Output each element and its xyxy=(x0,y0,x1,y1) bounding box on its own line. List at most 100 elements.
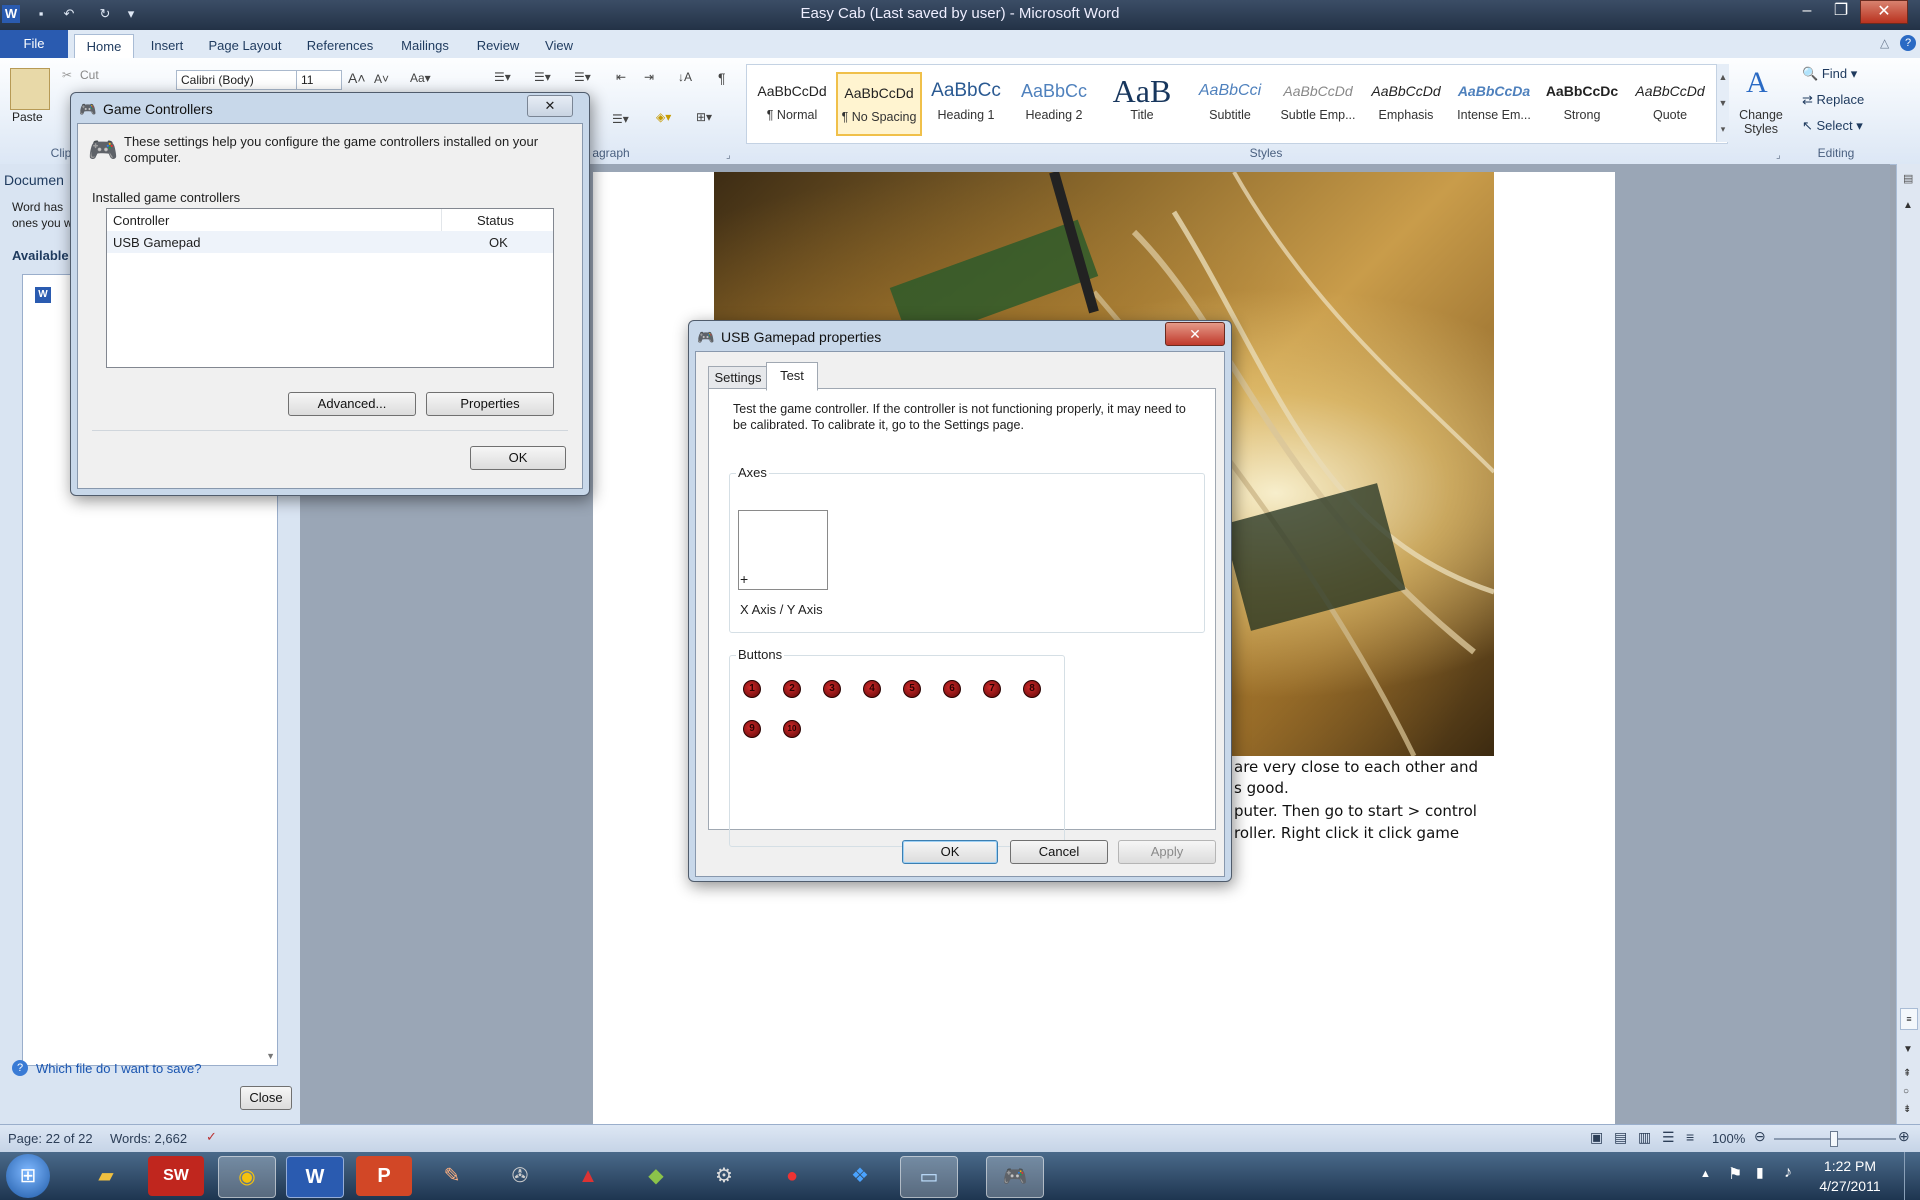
tab-insert[interactable]: Insert xyxy=(142,34,192,58)
advanced-button[interactable]: Advanced... xyxy=(288,392,416,416)
properties-cancel-button[interactable]: Cancel xyxy=(1010,840,1108,864)
style-heading-1[interactable]: AaBbCc Heading 1 xyxy=(924,72,1008,134)
window-close-button[interactable]: ✕ xyxy=(1860,0,1908,24)
autocad-icon[interactable]: ▲ xyxy=(560,1156,616,1196)
word-count[interactable]: Words: 2,662 xyxy=(110,1131,187,1146)
style-no-spacing[interactable]: AaBbCcDd ¶ No Spacing xyxy=(836,72,922,136)
tab-mailings[interactable]: Mailings xyxy=(392,34,458,58)
paragraph-dialog-launcher-icon[interactable]: ⌟ xyxy=(726,150,731,161)
decrease-indent-icon[interactable]: ⇤ xyxy=(616,70,626,84)
line-spacing-icon[interactable]: ☰▾ xyxy=(612,112,629,126)
tab-test[interactable]: Test xyxy=(766,362,818,391)
change-styles-icon[interactable]: A xyxy=(1746,66,1768,100)
which-file-help-link[interactable]: Which file do I want to save? xyxy=(36,1061,201,1076)
notes-icon[interactable]: ◆ xyxy=(628,1156,684,1196)
zoom-out-icon[interactable]: ⊖ xyxy=(1754,1128,1766,1145)
font-name-box[interactable]: Calibri (Body) xyxy=(176,70,298,90)
change-case-icon[interactable]: Aa▾ xyxy=(410,71,431,85)
scroll-up-icon[interactable]: ▲ xyxy=(1903,200,1913,211)
tab-review[interactable]: Review xyxy=(470,34,526,58)
view-draft-icon[interactable]: ≡ xyxy=(1686,1129,1694,1145)
properties-button[interactable]: Properties xyxy=(426,392,554,416)
paint-icon[interactable]: ✎ xyxy=(424,1156,480,1196)
chrome-icon[interactable]: ◉ xyxy=(218,1156,276,1198)
increase-indent-icon[interactable]: ⇥ xyxy=(644,70,654,84)
change-styles-button[interactable]: Change Styles xyxy=(1736,108,1786,136)
help-icon[interactable]: ? xyxy=(1900,35,1916,51)
show-desktop-button[interactable] xyxy=(1904,1152,1920,1200)
game-controllers-taskbar-icon[interactable]: 🎮 xyxy=(986,1156,1044,1198)
word-taskbar-icon[interactable]: W xyxy=(286,1156,344,1198)
tab-settings[interactable]: Settings xyxy=(708,366,768,389)
font-size-box[interactable]: 11 xyxy=(296,70,342,90)
style-title[interactable]: AaB Title xyxy=(1100,72,1184,134)
cut-button[interactable]: Cut xyxy=(80,68,99,82)
shrink-font-icon[interactable]: A˅ xyxy=(374,72,389,86)
numbering-icon[interactable]: ☰▾ xyxy=(534,70,551,84)
minimize-ribbon-icon[interactable]: △ xyxy=(1880,36,1889,50)
controllers-list[interactable]: Controller Status USB Gamepad OK xyxy=(106,208,554,368)
zoom-level[interactable]: 100% xyxy=(1712,1131,1745,1146)
clock-date[interactable]: 4/27/2011 xyxy=(1810,1178,1890,1194)
shading-icon[interactable]: ◈▾ xyxy=(656,110,671,124)
page-count[interactable]: Page: 22 of 22 xyxy=(8,1131,93,1146)
next-page-icon[interactable]: ⇟ xyxy=(1903,1104,1911,1115)
bullets-icon[interactable]: ☰▾ xyxy=(494,70,511,84)
style-subtitle[interactable]: AaBbCci Subtitle xyxy=(1188,72,1272,134)
view-outline-icon[interactable]: ☰ xyxy=(1662,1129,1675,1146)
style-quote[interactable]: AaBbCcDd Quote xyxy=(1628,72,1712,134)
style-normal[interactable]: AaBbCcDd ¶ Normal xyxy=(750,72,834,134)
minimize-button[interactable]: – xyxy=(1790,0,1824,22)
show-formatting-icon[interactable]: ¶ xyxy=(718,70,726,86)
proofing-icon[interactable]: ✓ xyxy=(206,1129,217,1145)
sort-icon[interactable]: ↓A xyxy=(678,70,692,84)
previous-page-icon[interactable]: ⇞ xyxy=(1903,1068,1911,1079)
table-row[interactable]: USB Gamepad OK xyxy=(107,231,553,253)
action-center-flag-icon[interactable]: ⚑ xyxy=(1728,1164,1742,1184)
scroll-down-icon[interactable]: ▼ xyxy=(1903,1044,1913,1055)
ruler-toggle-icon[interactable]: ▤ xyxy=(1903,172,1913,185)
vertical-scrollbar[interactable]: ▤ ▲ ≡ ▼ ⇞ ○ ⇟ xyxy=(1896,164,1920,1124)
powerpoint-icon[interactable]: P xyxy=(356,1156,412,1196)
style-strong[interactable]: AaBbCcDc Strong xyxy=(1540,72,1624,134)
maximize-button[interactable]: ❐ xyxy=(1824,0,1858,22)
ok-button[interactable]: OK xyxy=(470,446,566,470)
zoom-in-icon[interactable]: ⊕ xyxy=(1898,1128,1910,1145)
paste-button[interactable]: Paste xyxy=(12,110,43,124)
multilevel-list-icon[interactable]: ☰▾ xyxy=(574,70,591,84)
paste-icon[interactable] xyxy=(10,68,50,110)
column-header-controller[interactable]: Controller xyxy=(113,213,169,228)
tab-home[interactable]: Home xyxy=(74,34,134,59)
close-pane-button[interactable]: Close xyxy=(240,1086,292,1110)
explorer-icon[interactable]: ▰ xyxy=(78,1156,134,1196)
network-icon[interactable]: ▮ xyxy=(1756,1164,1764,1181)
list-scroll-down-icon[interactable]: ▼ xyxy=(266,1051,275,1061)
tab-references[interactable]: References xyxy=(300,34,380,58)
properties-ok-button[interactable]: OK xyxy=(902,840,998,864)
properties-apply-button[interactable]: Apply xyxy=(1118,840,1216,864)
style-intense-emphasis[interactable]: AaBbCcDa Intense Em... xyxy=(1452,72,1536,134)
styles-gallery-scroll[interactable]: ▲ ▼ ▾ xyxy=(1716,64,1729,142)
dropbox-icon[interactable]: ❖ xyxy=(832,1156,888,1196)
clock-time[interactable]: 1:22 PM xyxy=(1810,1158,1890,1174)
style-subtle-emphasis[interactable]: AaBbCcDd Subtle Emp... xyxy=(1276,72,1360,134)
browse-object-icon[interactable]: ○ xyxy=(1903,1086,1909,1097)
view-print-layout-icon[interactable]: ▣ xyxy=(1590,1129,1603,1146)
start-button[interactable]: ⊞ xyxy=(6,1154,50,1198)
styles-dialog-launcher-icon[interactable]: ⌟ xyxy=(1776,150,1781,161)
view-web-layout-icon[interactable]: ▥ xyxy=(1638,1129,1651,1146)
solidworks-icon[interactable]: SW xyxy=(148,1156,204,1196)
media-icon[interactable]: ✇ xyxy=(492,1156,548,1196)
antivirus-icon[interactable]: ● xyxy=(764,1156,820,1196)
column-header-status[interactable]: Status xyxy=(477,213,514,228)
control-panel-icon[interactable]: ▭ xyxy=(900,1156,958,1198)
tab-page-layout[interactable]: Page Layout xyxy=(202,34,288,58)
style-heading-2[interactable]: AaBbCc Heading 2 xyxy=(1012,72,1096,134)
zoom-slider-thumb[interactable] xyxy=(1830,1131,1838,1147)
properties-close-button[interactable]: ✕ xyxy=(1165,322,1225,346)
select-button[interactable]: ↖ Select ▾ xyxy=(1802,118,1863,134)
tool-icon[interactable]: ⚙ xyxy=(696,1156,752,1196)
tab-view[interactable]: View xyxy=(536,34,582,58)
borders-icon[interactable]: ⊞▾ xyxy=(696,110,712,124)
replace-button[interactable]: ⇄ Replace xyxy=(1802,92,1864,108)
